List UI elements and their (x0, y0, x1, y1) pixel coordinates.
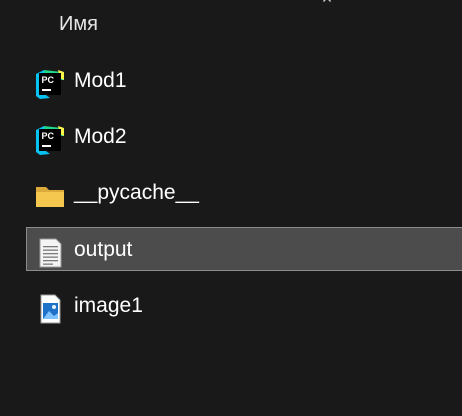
pycharm-icon: PC (36, 126, 64, 156)
close-icon[interactable]: × (318, 0, 336, 7)
file-row-mod2[interactable]: PC Mod2 (26, 114, 462, 158)
folder-icon (36, 187, 64, 208)
file-name: Mod2 (74, 125, 127, 149)
file-row-image1[interactable]: image1 (26, 283, 462, 327)
text-document-icon (39, 238, 62, 268)
file-name: __pycache__ (74, 181, 199, 205)
svg-text:PC: PC (42, 75, 55, 85)
file-row-pycache[interactable]: __pycache__ (26, 170, 462, 214)
file-explorer-pane: × Имя PC Mod1 PC (0, 0, 462, 416)
file-name: image1 (74, 293, 143, 317)
column-header-name[interactable]: Имя (59, 11, 98, 37)
file-row-output[interactable]: output (26, 226, 462, 271)
file-name: Mod1 (74, 69, 127, 92)
file-list: PC Mod1 PC Mod2 __pycache__ output image… (26, 58, 462, 339)
file-name: output (74, 237, 133, 261)
file-row-mod1[interactable]: PC Mod1 (26, 58, 462, 102)
pycharm-icon: PC (36, 70, 64, 99)
svg-text:PC: PC (42, 131, 55, 141)
image-file-icon (40, 294, 61, 324)
